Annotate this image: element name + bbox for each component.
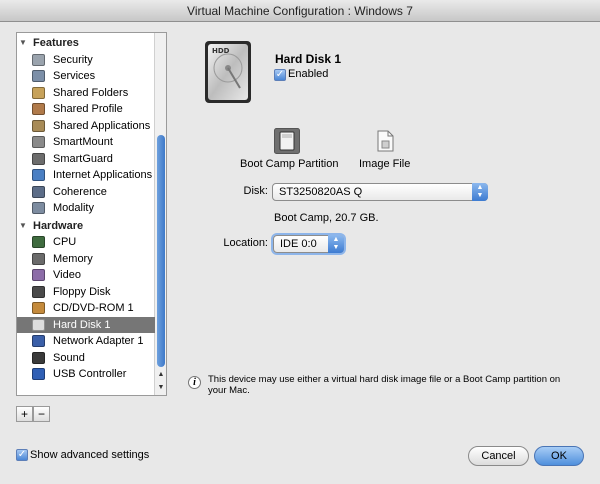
sidebar-item-label: Security xyxy=(53,53,93,66)
sidebar-item-label: CD/DVD-ROM 1 xyxy=(53,302,134,314)
sidebar-item-network-adapter-1[interactable]: Network Adapter 1 xyxy=(17,333,155,350)
smartmount-icon xyxy=(32,136,45,148)
ok-button[interactable]: OK xyxy=(534,446,584,466)
sidebar-item-label: Video xyxy=(53,269,81,281)
device-panel: HDD Hard Disk 1 ✓ Enabled Boot Camp Part… xyxy=(180,24,600,424)
sidebar-item-label: Memory xyxy=(53,252,93,265)
boot-camp-partition-label: Boot Camp Partition xyxy=(240,158,339,170)
section-header-label: Features xyxy=(33,37,79,49)
shared-folders-icon xyxy=(32,86,45,99)
sidebar-item-label: Services xyxy=(53,70,96,82)
cpu-icon xyxy=(32,236,45,248)
section-header-label: Hardware xyxy=(33,219,84,232)
sidebar-item-label: Floppy Disk xyxy=(53,285,111,298)
remove-device-button[interactable]: − xyxy=(33,406,50,422)
internet-applications-icon xyxy=(32,169,45,181)
hard-disk-icon xyxy=(32,318,45,331)
scrollbar-thumb[interactable] xyxy=(157,135,165,367)
hard-disk-large-icon: HDD xyxy=(205,41,251,103)
sidebar-item-sound[interactable]: Sound xyxy=(17,350,155,367)
sidebar-item-label: USB Controller xyxy=(53,368,127,380)
sidebar-item-video[interactable]: Video xyxy=(17,267,155,284)
sidebar-item-label: SmartGuard xyxy=(53,152,113,165)
sidebar-item-coherence[interactable]: Coherence xyxy=(17,184,155,201)
cancel-button[interactable]: Cancel xyxy=(468,446,529,466)
disk-select-value: ST3250820AS Q xyxy=(279,186,363,198)
info-icon: i xyxy=(188,376,201,389)
enabled-checkbox[interactable]: ✓ xyxy=(274,69,286,81)
disk-label: Disk: xyxy=(243,185,268,197)
sidebar-item-label: Internet Applications xyxy=(53,169,153,181)
sidebar-item-modality[interactable]: Modality xyxy=(17,200,155,217)
memory-icon xyxy=(32,252,45,265)
popup-arrows-icon: ▲ ▼ xyxy=(472,183,488,201)
usb-icon xyxy=(32,368,45,380)
boot-camp-partition-icon xyxy=(274,128,300,154)
coherence-icon xyxy=(32,185,45,198)
disclosure-triangle-icon[interactable]: ▼ xyxy=(19,35,27,51)
disk-select[interactable]: ST3250820AS Q ▲ ▼ xyxy=(272,183,488,201)
sidebar-item-hard-disk-1[interactable]: Hard Disk 1 xyxy=(17,316,155,333)
sidebar-item-shared-applications[interactable]: Shared Applications xyxy=(17,118,155,135)
sidebar-item-usb-controller[interactable]: USB Controller xyxy=(17,366,155,383)
sidebar-item-shared-profile[interactable]: Shared Profile xyxy=(17,101,155,118)
shared-applications-icon xyxy=(32,119,45,132)
shield-icon xyxy=(32,53,45,66)
sidebar-item-smartmount[interactable]: SmartMount xyxy=(17,134,155,151)
floppy-disk-icon xyxy=(32,285,45,298)
disk-info: Boot Camp, 20.7 GB. xyxy=(274,212,379,224)
sidebar-item-memory[interactable]: Memory xyxy=(17,251,155,268)
sidebar-item-label: SmartMount xyxy=(53,136,113,148)
device-title: Hard Disk 1 xyxy=(275,52,342,66)
sidebar-item-label: Sound xyxy=(53,351,85,364)
add-device-button[interactable]: + xyxy=(16,406,33,422)
sidebar-item-label: CPU xyxy=(53,236,77,248)
sidebar-item-services[interactable]: Services xyxy=(17,68,155,85)
image-file-icon xyxy=(377,130,394,152)
services-icon xyxy=(32,70,45,82)
info-text: This device may use either a virtual har… xyxy=(208,374,561,396)
sidebar-item-shared-folders[interactable]: Shared Folders xyxy=(17,85,155,102)
sidebar-item-label: Modality xyxy=(53,202,94,214)
disclosure-triangle-icon[interactable]: ▼ xyxy=(19,218,27,234)
image-file-button[interactable] xyxy=(372,128,398,154)
modality-icon xyxy=(32,202,45,214)
sidebar-item-label: Shared Profile xyxy=(53,103,123,115)
sidebar-item-cd-dvd-rom-1[interactable]: CD/DVD-ROM 1 xyxy=(17,300,155,317)
network-adapter-icon xyxy=(32,335,45,347)
sidebar: ▲ ▼ ▼ Features Security Services Shared Fold… xyxy=(16,32,167,396)
sidebar-item-smartguard[interactable]: SmartGuard xyxy=(17,151,155,168)
popup-arrows-icon: ▲ ▼ xyxy=(328,235,344,253)
location-select-value: IDE 0:0 xyxy=(280,238,317,250)
scroll-down-arrow-icon[interactable]: ▼ xyxy=(155,382,166,394)
sidebar-item-cpu[interactable]: CPU xyxy=(17,234,155,251)
sidebar-item-label: Shared Folders xyxy=(53,86,129,99)
location-select[interactable]: IDE 0:0 ▲ ▼ xyxy=(273,235,344,253)
enabled-label: Enabled xyxy=(288,68,329,80)
sidebar-item-floppy-disk[interactable]: Floppy Disk xyxy=(17,284,155,301)
image-file-label: Image File xyxy=(359,158,411,170)
sidebar-item-label: Coherence xyxy=(53,185,107,198)
shared-profile-icon xyxy=(32,103,45,115)
sidebar-item-label: Shared Applications xyxy=(53,119,151,132)
scroll-up-arrow-icon[interactable]: ▲ xyxy=(155,369,166,381)
hdd-label: HDD xyxy=(212,47,230,55)
smartguard-icon xyxy=(32,152,45,165)
cd-dvd-icon xyxy=(32,302,45,314)
window-title: Virtual Machine Configuration : Windows … xyxy=(0,0,600,22)
show-advanced-label: Show advanced settings xyxy=(30,449,150,461)
location-label: Location: xyxy=(223,237,268,249)
boot-camp-partition-button[interactable] xyxy=(274,128,300,154)
sound-icon xyxy=(32,351,45,364)
show-advanced-checkbox[interactable]: ✓ xyxy=(16,449,28,461)
sidebar-item-label: Network Adapter 1 xyxy=(53,335,144,347)
sidebar-item-label: Hard Disk 1 xyxy=(53,318,111,331)
sidebar-item-security[interactable]: Security xyxy=(17,52,155,69)
sidebar-scrollbar[interactable]: ▲ ▼ xyxy=(154,33,166,395)
video-icon xyxy=(32,269,45,281)
sidebar-item-internet-applications[interactable]: Internet Applications xyxy=(17,167,155,184)
